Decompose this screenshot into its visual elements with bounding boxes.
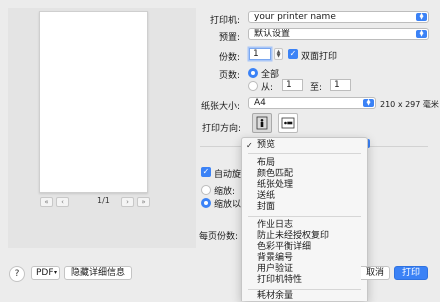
printer-value: your printer name xyxy=(254,12,336,22)
menu-item-supply-levels[interactable]: 耗材余量 xyxy=(242,291,367,302)
pages-label: 页数: xyxy=(218,71,240,81)
help-button[interactable]: ? xyxy=(9,266,25,282)
cancel-button[interactable]: 取消 xyxy=(361,266,390,280)
menu-item-layout[interactable]: 布局 xyxy=(242,158,367,169)
portrait-button[interactable] xyxy=(252,113,272,133)
updown-arrows-icon: ▲ ▼ xyxy=(363,99,374,107)
menu-item-background-number[interactable]: 背景编号 xyxy=(242,253,367,264)
menu-item-job-log[interactable]: 作业日志 xyxy=(242,220,367,231)
pdf-menu-button[interactable]: PDF ▾ xyxy=(31,266,60,280)
pages-range-radio[interactable] xyxy=(248,81,258,91)
first-page-button[interactable]: « xyxy=(40,197,53,207)
paper-size-popup[interactable]: A4 ▲ ▼ xyxy=(248,97,376,109)
next-page-button[interactable]: › xyxy=(121,197,134,207)
scale-label: 缩放: xyxy=(214,187,236,197)
last-page-button[interactable]: » xyxy=(137,197,150,207)
menu-item-color-matching[interactable]: 颜色匹配 xyxy=(242,169,367,180)
menu-item-preview[interactable]: ✓ 预览 xyxy=(242,140,367,151)
pages-to-field[interactable]: 1 xyxy=(330,79,351,91)
menu-item-user-auth[interactable]: 用户验证 xyxy=(242,264,367,275)
pages-all-radio[interactable] xyxy=(248,68,258,78)
chevron-right-icon: › xyxy=(126,197,129,206)
panel-menu: ✓ 预览 布局 颜色匹配 纸张处理 送纸 封面 作业日志 防止未经授权复印 色彩… xyxy=(241,137,368,301)
orientation-label: 打印方向: xyxy=(202,124,242,134)
previous-page-button[interactable]: ‹ xyxy=(56,197,69,207)
duplex-checkbox[interactable]: ✓ xyxy=(288,49,298,59)
double-chevron-left-icon: « xyxy=(44,197,49,206)
question-icon: ? xyxy=(14,269,20,279)
pages-from-field[interactable]: 1 xyxy=(282,79,303,91)
paper-size-value: A4 xyxy=(254,98,266,108)
menu-separator xyxy=(248,216,361,217)
menu-item-copy-protection[interactable]: 防止未经授权复印 xyxy=(242,231,367,242)
hide-details-button[interactable]: 隐藏详细信息 xyxy=(64,266,132,280)
menu-item-paper-handling[interactable]: 纸张处理 xyxy=(242,180,367,191)
chevron-left-icon: ‹ xyxy=(61,197,64,206)
menu-separator xyxy=(248,289,361,290)
copies-field[interactable]: 1 xyxy=(249,48,271,60)
page-indicator: 1/1 xyxy=(97,196,110,205)
copies-label: 份数: xyxy=(218,53,240,63)
duplex-label: 双面打印 xyxy=(301,52,338,62)
printer-label: 打印机: xyxy=(209,16,240,26)
updown-arrows-icon: ▲ ▼ xyxy=(416,30,427,38)
checkmark-icon: ✓ xyxy=(289,49,297,58)
paper-size-label: 纸张大小: xyxy=(200,102,240,112)
scale-radio[interactable] xyxy=(201,185,211,195)
checkmark-icon: ✓ xyxy=(202,167,210,176)
menu-separator xyxy=(248,153,361,154)
copies-stepper[interactable]: ▲ ▼ xyxy=(274,48,283,60)
presets-popup[interactable]: 默认设置 ▲ ▼ xyxy=(248,28,429,40)
menu-item-printer-features[interactable]: 打印机特性 xyxy=(242,275,367,286)
pdf-label: PDF xyxy=(36,268,54,278)
checkmark-icon: ✓ xyxy=(246,141,253,150)
landscape-person-icon xyxy=(281,117,295,129)
menu-item-cover-page[interactable]: 封面 xyxy=(242,202,367,213)
print-button[interactable]: 打印 xyxy=(394,266,428,280)
presets-value: 默认设置 xyxy=(254,29,291,39)
pages-from-label: 从: xyxy=(261,83,274,93)
updown-arrows-icon: ▲ ▼ xyxy=(416,13,427,21)
pages-to-label: 至: xyxy=(310,83,323,93)
paper-dimensions: 210 x 297 毫米 xyxy=(380,100,439,109)
landscape-button[interactable] xyxy=(278,113,298,133)
chevron-down-icon: ▾ xyxy=(53,269,57,276)
scale-to-fit-radio[interactable] xyxy=(201,198,211,208)
pages-per-sheet-label: 每页份数: xyxy=(199,232,239,242)
portrait-person-icon xyxy=(256,116,268,130)
auto-rotate-checkbox[interactable]: ✓ xyxy=(201,167,211,177)
pages-all-label: 全部 xyxy=(261,70,280,80)
double-chevron-right-icon: » xyxy=(141,197,146,206)
preview-page xyxy=(39,11,148,193)
menu-item-color-balance[interactable]: 色彩平衡详细 xyxy=(242,242,367,253)
printer-popup[interactable]: your printer name ▲ ▼ xyxy=(248,11,429,23)
menu-item-paper-feed[interactable]: 送纸 xyxy=(242,191,367,202)
presets-label: 预置: xyxy=(218,33,240,43)
